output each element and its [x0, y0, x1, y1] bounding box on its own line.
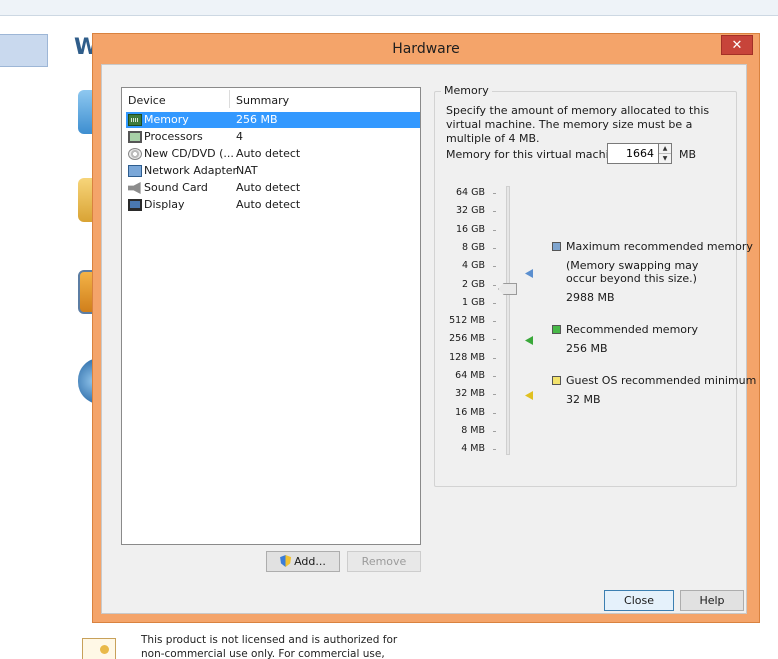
close-icon: ✕ — [731, 38, 743, 53]
guest-minimum-label: Guest OS recommended minimum — [566, 374, 757, 387]
help-button[interactable]: Help — [680, 590, 744, 611]
memory-scale-label: 8 MB — [461, 424, 485, 436]
device-name: Sound Card — [144, 181, 208, 194]
column-header-device[interactable]: Device — [128, 94, 166, 107]
memory-scale-label: 4 GB — [462, 260, 485, 272]
memory-scale-tick — [493, 193, 496, 194]
dialog-content: Device Summary Memory 256 MB Processors … — [101, 64, 756, 614]
max-recommended-note: (Memory swapping may occur beyond this s… — [566, 259, 699, 285]
memory-scale-label: 16 GB — [456, 223, 485, 235]
max-recommended-value: 2988 MB — [566, 291, 615, 304]
cd-dvd-icon — [128, 148, 142, 160]
memory-scale-label: 64 MB — [455, 370, 485, 381]
dialog-close-button[interactable]: ✕ — [721, 35, 753, 55]
dialog-title: Hardware — [392, 41, 460, 57]
memory-group-label: Memory — [441, 84, 492, 97]
remove-device-button[interactable]: Remove — [347, 551, 421, 572]
memory-scale-tick — [493, 412, 496, 414]
recommended-marker-icon — [525, 336, 533, 345]
recommended-value: 256 MB — [566, 342, 608, 355]
memory-scale-label: 64 GB — [456, 187, 485, 198]
memory-slider-track[interactable] — [506, 186, 510, 455]
memory-slider-thumb[interactable] — [498, 283, 517, 295]
guest-minimum-legend-icon — [552, 376, 561, 385]
memory-description: Specify the amount of memory allocated t… — [446, 104, 710, 145]
memory-scale-label: 1 GB — [462, 296, 485, 308]
device-row-cd-dvd[interactable]: New CD/DVD (... Auto detect — [126, 146, 420, 162]
device-name: Network Adapter — [144, 164, 238, 177]
device-summary: 256 MB — [236, 113, 278, 126]
memory-scale-label: 512 MB — [449, 315, 485, 327]
add-button-label: Add... — [294, 555, 326, 568]
recommended-legend-icon — [552, 325, 561, 334]
sidebar-selected-item[interactable] — [0, 34, 48, 67]
device-row-memory[interactable]: Memory 256 MB — [126, 112, 420, 128]
device-row-display[interactable]: Display Auto detect — [126, 197, 420, 213]
memory-scale-tick — [493, 266, 496, 268]
memory-size-input[interactable] — [607, 143, 659, 164]
uac-shield-icon — [280, 555, 292, 567]
memory-scale-label: 4 MB — [461, 443, 485, 455]
device-name: Display — [144, 198, 185, 211]
license-notice: This product is not licensed and is auth… — [141, 634, 398, 659]
add-device-button[interactable]: Add... — [266, 551, 340, 572]
app-top-bar — [0, 0, 778, 16]
memory-scale-tick — [493, 376, 496, 377]
memory-scale-tick — [493, 229, 496, 231]
device-summary: Auto detect — [236, 198, 301, 211]
device-list-header: Device Summary — [122, 88, 420, 110]
memory-scale-tick — [493, 284, 496, 286]
spinner-up-icon[interactable]: ▲ — [659, 144, 671, 153]
device-name: New CD/DVD (... — [144, 147, 234, 160]
memory-scale-label: 128 MB — [449, 351, 485, 363]
device-list: Device Summary Memory 256 MB Processors … — [121, 87, 421, 545]
device-row-processors[interactable]: Processors 4 — [126, 129, 420, 145]
memory-scale-tick — [493, 449, 496, 451]
memory-scale-tick — [493, 357, 496, 359]
memory-scale-label: 16 MB — [455, 406, 485, 418]
memory-scale-tick — [493, 211, 496, 213]
memory-scale-tick — [493, 394, 496, 396]
memory-scale-label: 32 MB — [455, 388, 485, 400]
network-adapter-icon — [128, 165, 142, 177]
column-divider[interactable] — [229, 90, 230, 108]
memory-scale-tick — [493, 430, 496, 432]
device-summary: Auto detect — [236, 181, 301, 194]
device-name: Processors — [144, 130, 203, 143]
recommended-label: Recommended memory — [566, 323, 699, 336]
memory-scale-tick — [493, 302, 496, 304]
license-certificate-icon — [82, 638, 116, 659]
sound-card-icon — [128, 182, 141, 194]
memory-scale-label: 256 MB — [449, 333, 485, 345]
memory-spinner[interactable]: ▲ ▼ — [658, 143, 672, 164]
guest-minimum-marker-icon — [525, 391, 533, 400]
display-icon — [128, 199, 142, 211]
memory-icon — [128, 114, 142, 126]
memory-scale-tick — [493, 247, 496, 249]
guest-minimum-value: 32 MB — [566, 393, 601, 406]
device-row-sound-card[interactable]: Sound Card Auto detect — [126, 180, 420, 196]
memory-scale-label: 32 GB — [456, 205, 485, 217]
memory-scale-tick — [493, 321, 496, 323]
hardware-dialog: Hardware ✕ Device Summary Memory 256 MB … — [92, 33, 760, 623]
device-summary: NAT — [236, 164, 258, 177]
device-summary: 4 — [236, 130, 243, 143]
max-recommended-label: Maximum recommended memory — [566, 240, 753, 253]
column-header-summary[interactable]: Summary — [236, 94, 289, 107]
memory-field-label: Memory for this virtual machine: — [446, 148, 627, 161]
spinner-down-icon[interactable]: ▼ — [659, 153, 671, 162]
memory-scale-label: 8 GB — [462, 241, 485, 253]
close-button[interactable]: Close — [604, 590, 674, 611]
max-recommended-marker-icon — [525, 269, 533, 278]
memory-scale-tick — [493, 339, 496, 341]
max-recommended-legend-icon — [552, 242, 561, 251]
processor-icon — [128, 131, 142, 143]
device-name: Memory — [144, 113, 189, 126]
memory-group: Memory Specify the amount of memory allo… — [434, 84, 756, 487]
device-row-network-adapter[interactable]: Network Adapter NAT — [126, 163, 420, 179]
memory-unit: MB — [679, 148, 697, 161]
memory-scale-label: 2 GB — [462, 278, 485, 290]
device-summary: Auto detect — [236, 147, 301, 160]
